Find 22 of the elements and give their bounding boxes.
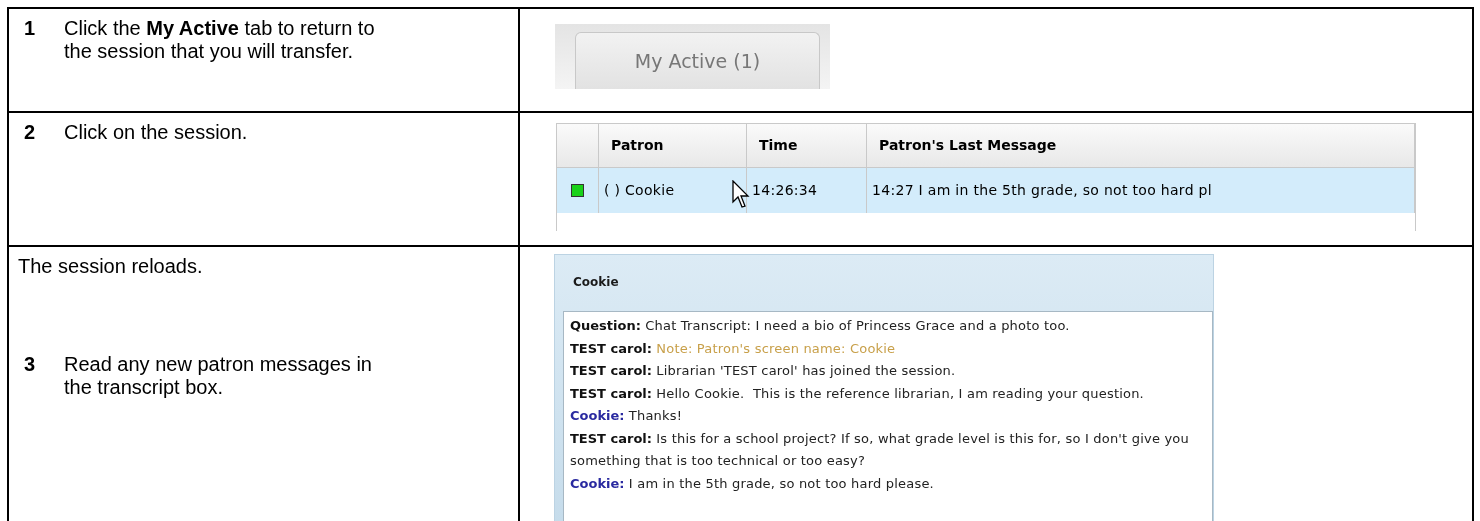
chat-title: Cookie: [572, 274, 620, 291]
step-text: Click on the session.: [64, 121, 249, 144]
column-header[interactable]: Patron's Last Message: [867, 124, 1415, 167]
transcript-line: Cookie: I am in the 5th grade, so not too hard please.: [570, 474, 935, 493]
mouse-pointer-icon: [732, 180, 752, 210]
transcript-line: TEST carol: Hello Cookie. This is the reference librarian, I am reading your question.: [570, 384, 1145, 403]
transcript-line: TEST carol: Is this for a school project? If so, what grade level is this for, so I don't give you something that is too technical or too easy?: [570, 429, 1190, 470]
my-active-tab[interactable]: My Active (1): [575, 32, 820, 89]
transcript-line: TEST carol: Librarian 'TEST carol' has joined the session.: [570, 362, 957, 380]
step-text: Read any new patron messages in the transcript box.: [64, 353, 373, 399]
column-header[interactable]: Patron: [599, 124, 747, 167]
intro-text: The session reloads.: [18, 255, 204, 278]
message-cell: 14:27 I am in the 5th grade, so not too hard pl: [867, 168, 1415, 213]
session-row[interactable]: ( ) Cookie 14:26:34 14:27 I am in the 5th grade, so not too hard pl: [557, 168, 1415, 213]
column-header[interactable]: Time: [747, 124, 867, 167]
transcript-line: TEST carol: Note: Patron's screen name: Cookie: [570, 339, 897, 358]
transcript-line: Question: Chat Transcript: I need a bio of Princess Grace and a photo too.: [570, 317, 1071, 335]
step-number: 3: [24, 353, 37, 377]
transcript-line: Cookie: Thanks!: [570, 407, 684, 425]
step-number: 2: [24, 121, 37, 144]
step-text: Click the My Active tab to return to the session that you will transfer.: [64, 17, 376, 63]
step-number: 1: [24, 17, 37, 41]
